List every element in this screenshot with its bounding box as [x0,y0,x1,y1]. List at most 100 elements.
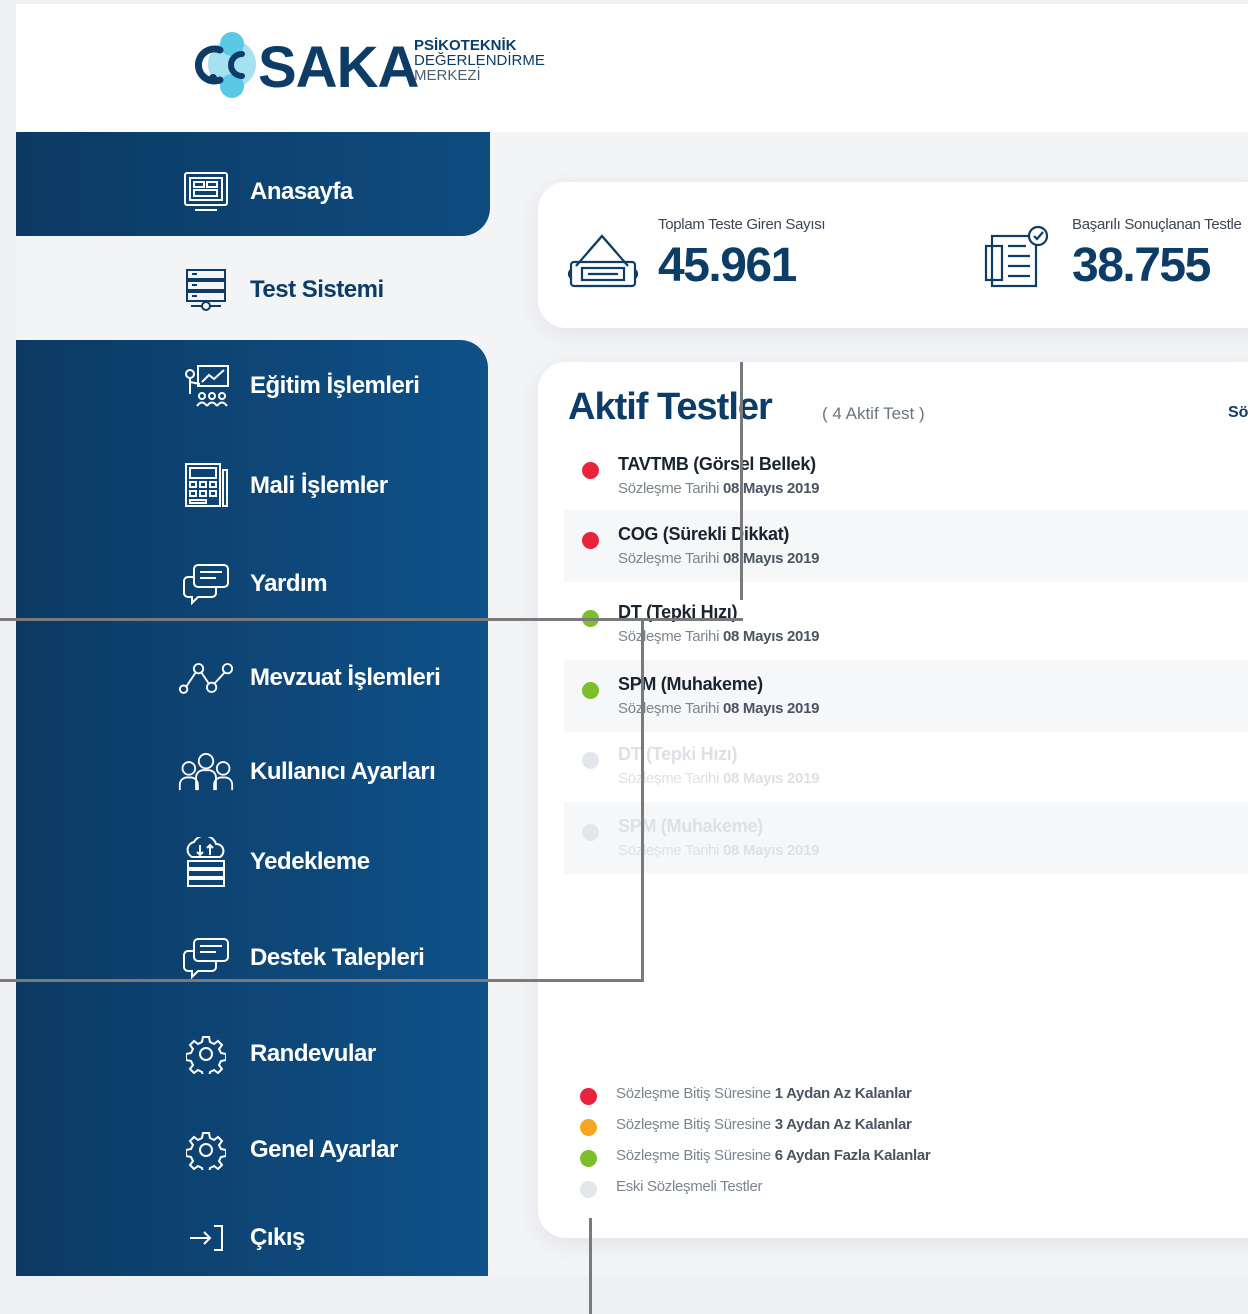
sidebar: Anasayfa Test Sistemi Eğitim İşlemleri M… [16,132,490,1276]
test-date-label: Sözleşme Tarihi [618,770,720,787]
sidebar-item-mevzuat-islemleri[interactable]: Mevzuat İşlemleri [16,630,488,726]
test-row[interactable]: SPM (Muhakeme) Sözleşme Tarihi 08 Mayıs … [564,802,1248,874]
users-icon [178,748,234,796]
test-row[interactable]: DT (Tepki Hızı) Sözleşme Tarihi 08 Mayıs… [564,730,1248,802]
status-dot-grey [580,1181,597,1198]
sidebar-item-cikis[interactable]: Çıkış [16,1190,488,1276]
stats-card: Toplam Teste Giren Sayısı 45.961 Başarıl… [538,182,1248,328]
stat-total-tests: Toplam Teste Giren Sayısı 45.961 [568,216,948,306]
stat-successful-tests: Başarılı Sonuçlanan Testle 38.755 [982,216,1248,306]
test-date: Sözleşme Tarihi 08 Mayıs 2019 [618,550,819,567]
status-dot-green [580,1150,597,1167]
dashboard-page: SAKA PSİKOTEKNİK DEĞERLENDİRME MERKEZİ A… [16,4,1248,1276]
status-dot-grey [582,752,599,769]
logout-icon [178,1214,234,1262]
test-date-label: Sözleşme Tarihi [618,628,720,645]
guide-line [641,618,644,982]
test-name: SPM (Muhakeme) [618,816,763,836]
sidebar-item-label: Genel Ayarlar [250,1136,398,1163]
sidebar-item-anasayfa[interactable]: Anasayfa [16,144,488,240]
test-name: COG (Sürekli Dikkat) [618,524,790,544]
test-date-value: 08 Mayıs 2019 [722,700,820,717]
sidebar-item-label: Test Sistemi [250,276,384,303]
stat-label: Başarılı Sonuçlanan Testle [1072,216,1242,233]
guide-line [740,362,743,600]
sidebar-item-mali-islemler[interactable]: Mali İşlemler [16,438,488,534]
active-tests-card: Aktif Testler ( 4 Aktif Test ) Sö TAVTMB… [538,362,1248,1238]
support-chat-icon [178,934,234,982]
test-date: Sözleşme Tarihi 08 Mayıs 2019 [618,842,819,859]
legend-text: Sözleşme Bitiş Süresine 3 Aydan Az Kalan… [616,1116,912,1133]
sidebar-item-genel-ayarlar[interactable]: Genel Ayarlar [16,1102,488,1198]
legend-prefix: Sözleşme Bitiş Süresine [616,1147,771,1164]
test-date-value: 08 Mayıs 2019 [722,842,820,859]
logo[interactable]: SAKA PSİKOTEKNİK DEĞERLENDİRME MERKEZİ [186,24,586,104]
legend-text: Sözleşme Bitiş Süresine 6 Aydan Fazla Ka… [616,1147,931,1164]
sidebar-item-yedekleme[interactable]: Yedekleme [16,814,488,910]
logo-wordmark: SAKA [258,35,419,100]
legend-item: Sözleşme Bitiş Süresine 3 Aydan Az Kalan… [580,1113,1100,1144]
ticket-icon [568,234,638,288]
test-row[interactable]: SPM (Muhakeme) Sözleşme Tarihi 08 Mayıs … [564,660,1248,732]
status-dot-red [580,1088,597,1105]
chat-icon [178,560,234,608]
sidebar-item-label: Mevzuat İşlemleri [250,664,441,691]
sidebar-item-label: Kullanıcı Ayarları [250,758,436,785]
test-date-label: Sözleşme Tarihi [618,700,720,717]
presentation-icon [178,362,234,410]
test-row[interactable]: COG (Sürekli Dikkat) Sözleşme Tarihi 08 … [564,510,1248,582]
logo-subtitle: PSİKOTEKNİK DEĞERLENDİRME MERKEZİ [414,38,545,83]
cloud-backup-icon [178,837,234,887]
legend-item: Sözleşme Bitiş Süresine 1 Aydan Az Kalan… [580,1082,1100,1113]
guide-line [0,618,743,621]
calculator-icon [178,462,234,510]
network-icon [178,654,234,702]
sidebar-item-kullanici-ayarlari[interactable]: Kullanıcı Ayarları [16,724,488,820]
logo-mark-icon [195,32,256,98]
test-row[interactable]: DT (Tepki Hızı) Sözleşme Tarihi 08 Mayıs… [564,588,1248,660]
gear-icon [178,1030,234,1078]
status-dot-green [582,682,599,699]
legend-text: Sözleşme Bitiş Süresine 1 Aydan Az Kalan… [616,1085,912,1102]
top-bar: SAKA PSİKOTEKNİK DEĞERLENDİRME MERKEZİ [16,4,1248,132]
logo-subtitle-line2: DEĞERLENDİRME [414,52,545,69]
sidebar-item-label: Anasayfa [250,178,353,205]
test-date-value: 08 Mayıs 2019 [722,550,820,567]
test-date: Sözleşme Tarihi 08 Mayıs 2019 [618,700,819,717]
legend-item: Sözleşme Bitiş Süresine 6 Aydan Fazla Ka… [580,1144,1100,1175]
active-tests-count: ( 4 Aktif Test ) [822,404,925,423]
sidebar-item-label: Eğitim İşlemleri [250,372,420,399]
test-name: SPM (Muhakeme) [618,674,763,694]
sidebar-item-label: Mali İşlemler [250,472,388,499]
sidebar-item-label: Çıkış [250,1224,305,1251]
active-tests-link[interactable]: Sö [1228,404,1248,422]
certificate-icon [984,225,1049,288]
status-dot-orange [580,1119,597,1136]
sidebar-item-egitim-islemleri[interactable]: Eğitim İşlemleri [16,338,488,434]
legend-prefix: Sözleşme Bitiş Süresine [616,1085,771,1102]
guide-line [0,979,644,982]
sidebar-item-test-sistemi[interactable]: Test Sistemi [16,242,488,338]
logo-subtitle-line3: MERKEZİ [414,67,481,84]
logo-subtitle-line1: PSİKOTEKNİK [414,37,517,54]
test-name: DT (Tepki Hızı) [618,744,738,764]
test-date-label: Sözleşme Tarihi [618,550,720,567]
stat-value: 38.755 [1072,239,1211,292]
legend-prefix: Sözleşme Bitiş Süresine [616,1116,771,1133]
sidebar-item-randevular[interactable]: Randevular [16,1006,488,1102]
test-name: TAVTMB (Görsel Bellek) [618,454,816,474]
sidebar-item-label: Destek Talepleri [250,944,425,971]
test-row[interactable]: TAVTMB (Görsel Bellek) Sözleşme Tarihi 0… [564,440,1248,512]
stat-value: 45.961 [658,239,797,292]
status-dot-red [582,462,599,479]
guide-line [589,1218,592,1314]
status-dot-grey [582,824,599,841]
test-date-label: Sözleşme Tarihi [618,842,720,859]
stat-label: Toplam Teste Giren Sayısı [658,216,826,233]
test-date-value: 08 Mayıs 2019 [722,770,820,787]
test-date-value: 08 Mayıs 2019 [722,628,820,645]
legend-item: Eski Sözleşmeli Testler [580,1175,1100,1206]
test-date-label: Sözleşme Tarihi [618,480,720,497]
sidebar-item-destek-talepleri[interactable]: Destek Talepleri [16,910,488,1006]
settings-icon [178,1126,234,1174]
